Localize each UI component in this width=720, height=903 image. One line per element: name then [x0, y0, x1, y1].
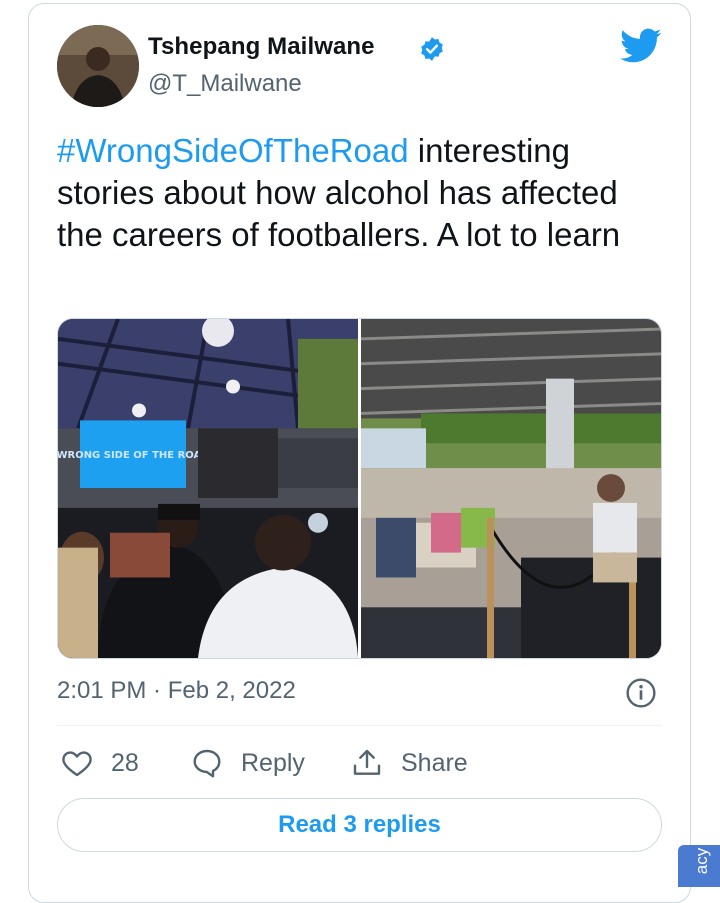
share-icon: [353, 749, 381, 775]
tweet-text: #WrongSideOfTheRoad interesting stories …: [57, 130, 657, 256]
author-handle[interactable]: @T_Mailwane: [148, 70, 302, 98]
info-icon[interactable]: [625, 677, 657, 709]
event-photo-stage[interactable]: WRONG SIDE OF THE ROAD: [58, 319, 358, 658]
event-photo-lounge[interactable]: [361, 319, 661, 658]
privacy-tab[interactable]: acy: [678, 845, 720, 887]
author-avatar[interactable]: [57, 25, 139, 107]
hashtag-link[interactable]: #WrongSideOfTheRoad: [57, 132, 409, 169]
verified-badge-icon: [421, 37, 443, 61]
tweet-actions: 28 Reply Share: [57, 745, 662, 781]
author-name[interactable]: Tshepang Mailwane: [148, 33, 375, 61]
privacy-tab-label: acy: [692, 847, 711, 875]
tweet-timestamp[interactable]: 2:01 PM · Feb 2, 2022: [57, 677, 296, 705]
heart-icon: [62, 751, 92, 777]
media-gallery[interactable]: WRONG SIDE OF THE ROAD: [57, 318, 662, 659]
like-button[interactable]: 28: [61, 745, 139, 781]
share-button[interactable]: Share: [351, 745, 468, 781]
reply-label: Reply: [241, 748, 305, 777]
screen-text: WRONG SIDE OF THE ROAD: [58, 450, 210, 461]
comment-bubble-icon: [193, 749, 221, 778]
divider: [57, 725, 662, 726]
share-label: Share: [401, 748, 468, 777]
like-count: 28: [111, 748, 139, 777]
read-replies-button[interactable]: Read 3 replies: [57, 798, 662, 852]
twitter-bird-icon[interactable]: [620, 28, 662, 64]
reply-button[interactable]: Reply: [191, 745, 305, 781]
